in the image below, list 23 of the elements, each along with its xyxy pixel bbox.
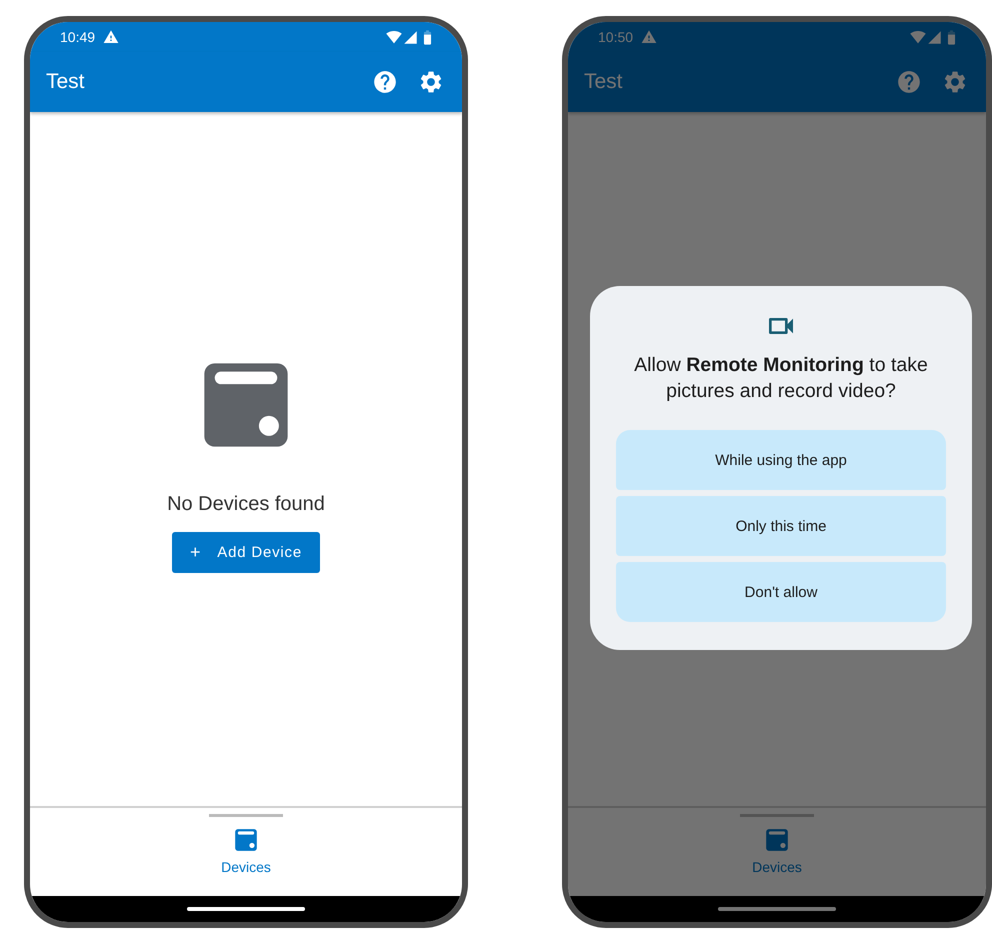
- permission-option[interactable]: While using the app: [616, 430, 946, 490]
- device-icon: [764, 827, 790, 853]
- help-icon[interactable]: [372, 69, 398, 95]
- empty-message: No Devices found: [167, 493, 325, 516]
- device-icon: [232, 827, 259, 853]
- wifi-icon: [910, 29, 926, 45]
- status-time: 10:50: [598, 29, 634, 45]
- settings-icon[interactable]: [418, 69, 444, 95]
- add-device-button[interactable]: + Add Device: [172, 532, 320, 573]
- settings-icon[interactable]: [942, 69, 968, 95]
- permission-option[interactable]: Don't allow: [616, 562, 946, 622]
- permission-option[interactable]: Only this time: [616, 496, 946, 556]
- status-time: 10:49: [60, 29, 96, 45]
- cellular-signal-icon: [403, 30, 418, 44]
- cellular-signal-icon: [927, 30, 942, 44]
- wifi-icon: [386, 29, 402, 45]
- help-icon[interactable]: [896, 69, 922, 95]
- warning-icon: [103, 29, 120, 45]
- app-title: Test: [584, 70, 623, 94]
- warning-icon: [641, 29, 658, 45]
- dialog-message: Allow Remote Monitoring to take pictures and record video?: [633, 353, 929, 404]
- app-title: Test: [46, 70, 85, 94]
- nav-tab[interactable]: Devices: [209, 814, 283, 875]
